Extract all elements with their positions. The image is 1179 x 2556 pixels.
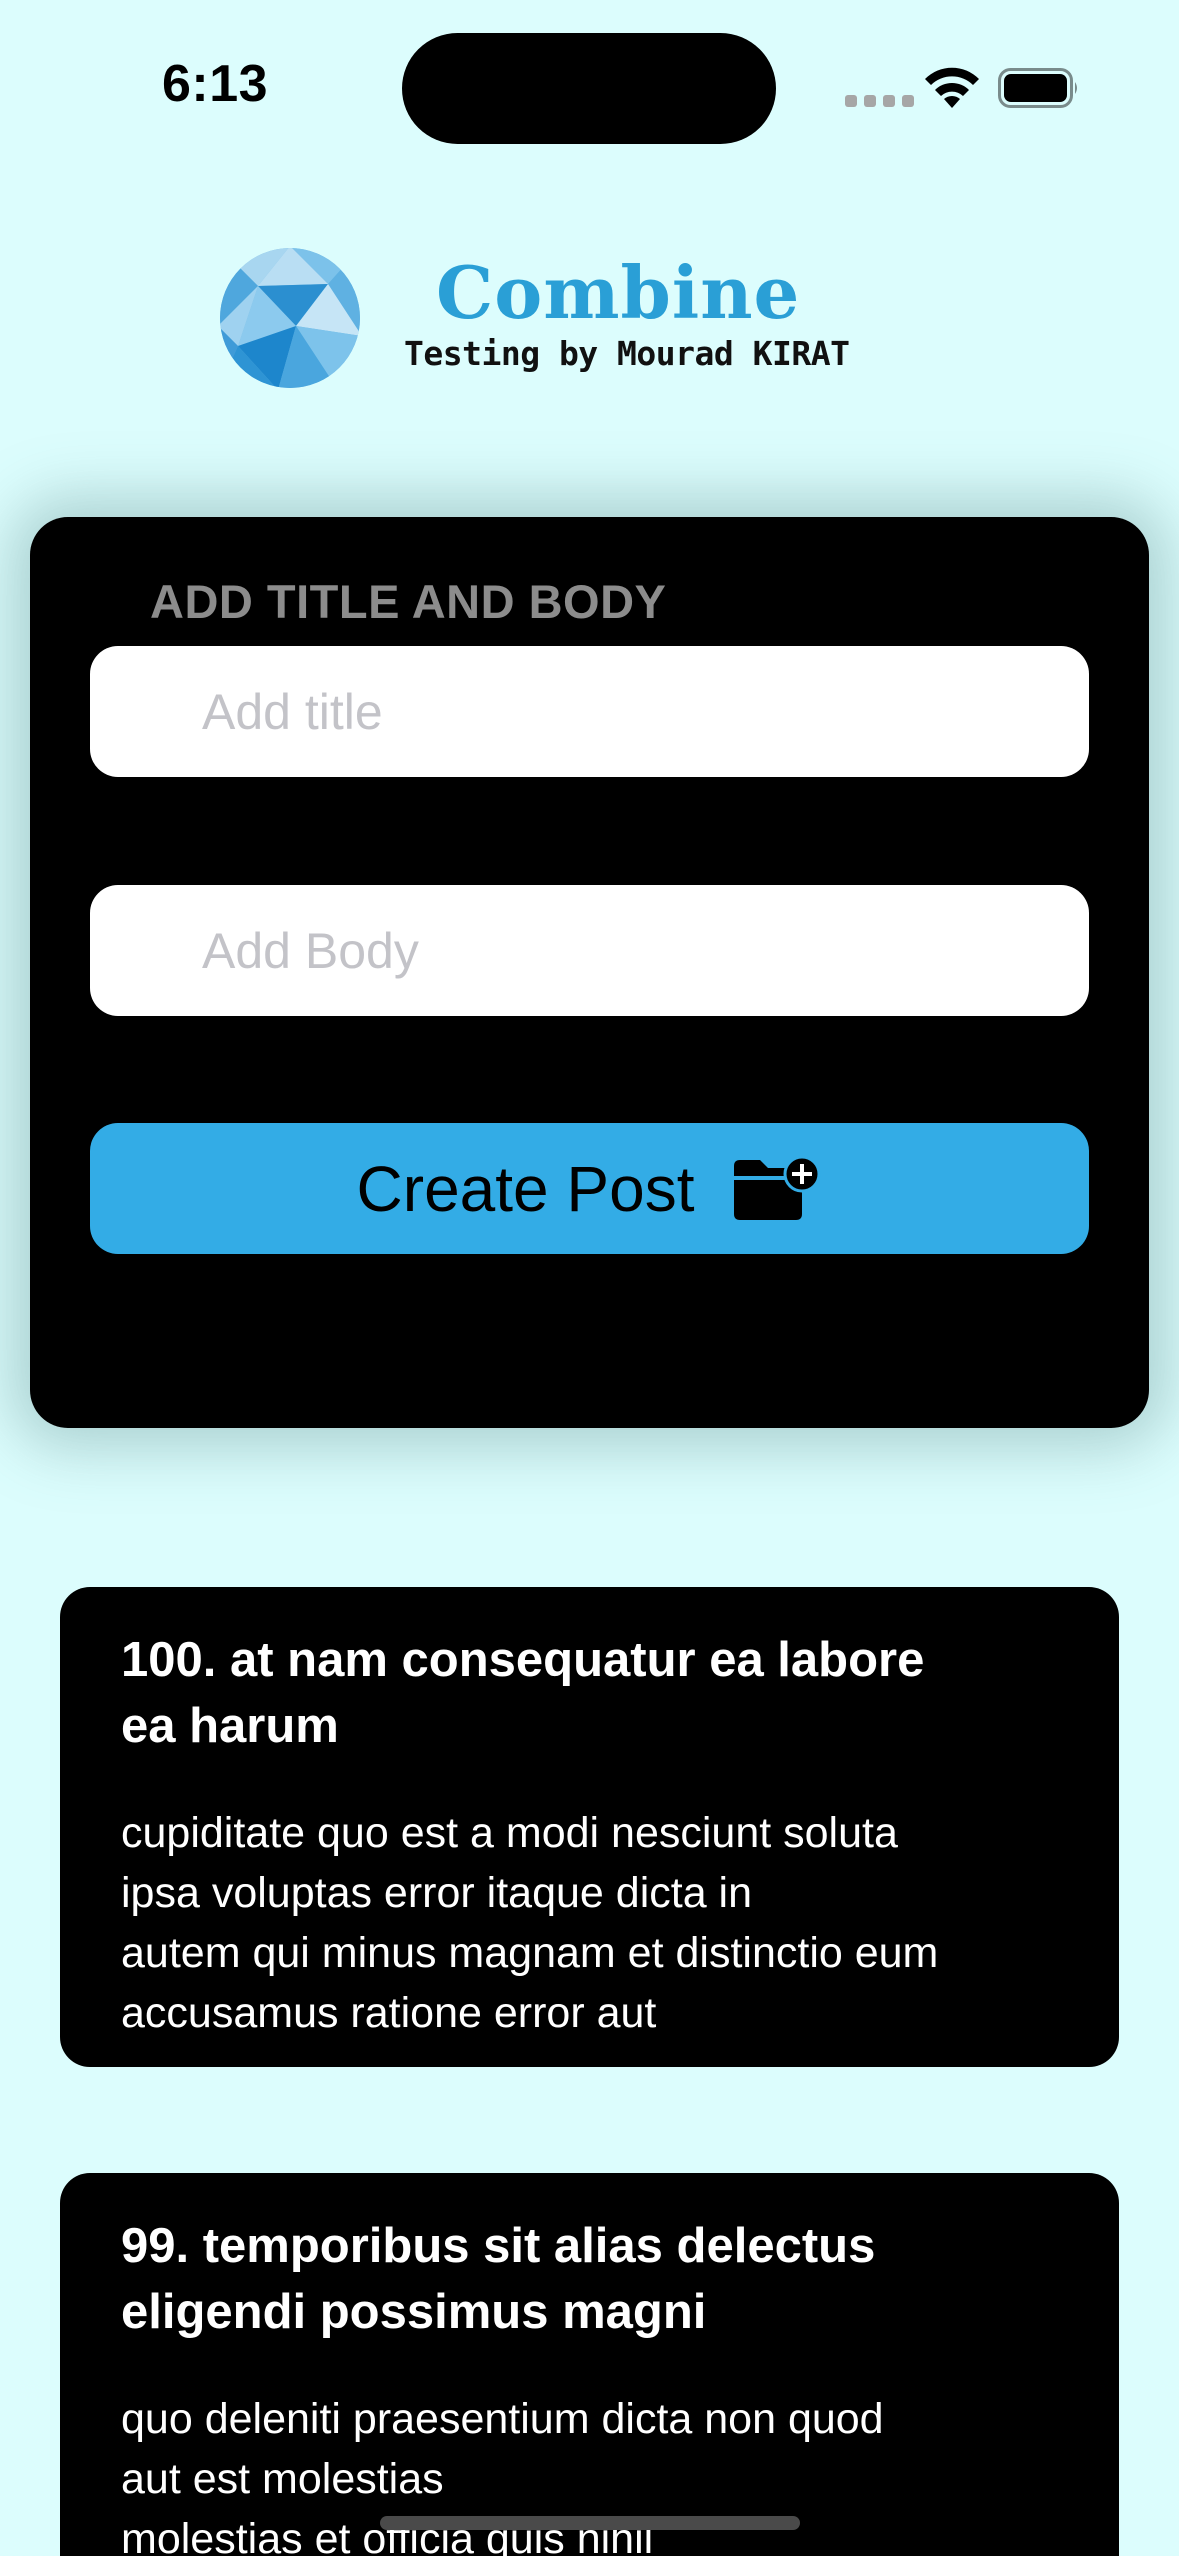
globe-polygon-icon: [220, 248, 360, 388]
wifi-icon: [925, 67, 979, 108]
folder-add-icon: [734, 1155, 821, 1220]
post-body: cupiditate quo est a modi nesciunt solut…: [121, 1809, 939, 2037]
post-card[interactable]: 99. temporibus sit alias delectus eligen…: [60, 2173, 1119, 2556]
status-time: 6:13: [162, 55, 269, 113]
post-card[interactable]: 100. at nam consequatur ea labore ea har…: [60, 1587, 1119, 2067]
app-logo-subtitle: Testing by Mourad KIRAT: [404, 334, 850, 373]
signal-dots-icon: [845, 95, 914, 107]
post-body: quo deleniti praesentium dicta non quod …: [121, 2395, 884, 2556]
post-title: 99. temporibus sit alias delectus eligen…: [121, 2219, 876, 2339]
body-input[interactable]: [90, 885, 1089, 1016]
create-post-label: Create Post: [356, 1152, 695, 1225]
home-indicator[interactable]: [380, 2516, 800, 2530]
form-heading: ADD TITLE AND BODY: [150, 575, 667, 628]
title-input[interactable]: [90, 646, 1089, 777]
dynamic-island: [402, 33, 776, 144]
app-screen: 6:13 Combine Testing by Mourad KIRAT ADD…: [0, 0, 1179, 2556]
app-logo-title: Combine: [436, 250, 801, 335]
battery-icon: [998, 68, 1077, 108]
create-post-button[interactable]: Create Post: [90, 1123, 1089, 1254]
post-title: 100. at nam consequatur ea labore ea har…: [121, 1633, 925, 1753]
